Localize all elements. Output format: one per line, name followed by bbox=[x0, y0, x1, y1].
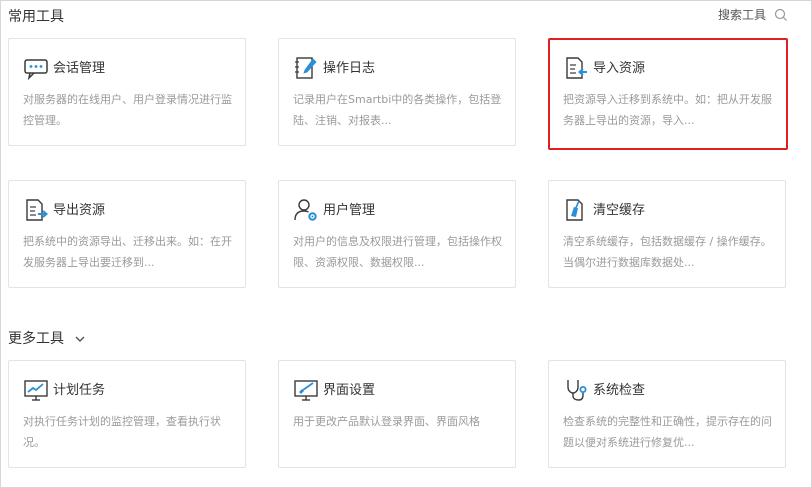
card-description: 记录用户在Smartbi中的各类操作，包括登陆、注销、对报表... bbox=[293, 93, 502, 127]
tool-card-interface-settings[interactable]: 界面设置 用于更改产品默认登录界面、界面风格 bbox=[278, 360, 516, 468]
stethoscope-icon bbox=[563, 377, 589, 403]
chat-icon bbox=[23, 55, 49, 81]
card-description: 清空系统缓存，包括数据缓存 / 操作缓存。当偶尔进行数据库数据处... bbox=[563, 235, 772, 269]
clear-cache-icon bbox=[563, 197, 589, 223]
search-tools-label: 搜索工具 bbox=[717, 8, 766, 22]
tool-card-user-management[interactable]: 用户管理 对用户的信息及权限进行管理，包括操作权限、资源权限、数据权限... bbox=[278, 180, 516, 288]
card-description: 对执行任务计划的监控管理，查看执行状况。 bbox=[23, 415, 221, 449]
import-document-icon bbox=[563, 55, 589, 81]
tool-card-scheduled-tasks[interactable]: 计划任务 对执行任务计划的监控管理，查看执行状况。 bbox=[8, 360, 246, 468]
notebook-pencil-icon bbox=[293, 55, 319, 81]
chevron-down-icon bbox=[74, 333, 86, 345]
card-title: 导出资源 bbox=[53, 203, 106, 218]
export-document-icon bbox=[23, 197, 49, 223]
card-description: 对用户的信息及权限进行管理，包括操作权限、资源权限、数据权限... bbox=[293, 235, 502, 269]
tool-card-export-resources[interactable]: 导出资源 把系统中的资源导出、迁移出来。如：在开发服务器上导出要迁移到... bbox=[8, 180, 246, 288]
tool-card-operation-log[interactable]: 操作日志 记录用户在Smartbi中的各类操作，包括登陆、注销、对报表... bbox=[278, 38, 516, 146]
search-icon[interactable] bbox=[774, 8, 788, 22]
card-title: 系统检查 bbox=[593, 383, 646, 398]
card-description: 用于更改产品默认登录界面、界面风格 bbox=[293, 415, 480, 428]
tool-card-import-resources[interactable]: 导入资源 把资源导入迁移到系统中。如：把从开发服务器上导出的资源，导入... bbox=[548, 38, 788, 150]
chart-monitor-icon bbox=[23, 377, 49, 403]
card-description: 把系统中的资源导出、迁移出来。如：在开发服务器上导出要迁移到... bbox=[23, 235, 232, 269]
card-description: 检查系统的完整性和正确性，提示存在的问题以便对系统进行修复优... bbox=[563, 415, 772, 449]
card-title: 用户管理 bbox=[323, 203, 376, 218]
card-description: 对服务器的在线用户、用户登录情况进行监控管理。 bbox=[23, 93, 232, 127]
card-title: 导入资源 bbox=[593, 61, 646, 76]
more-tools-heading: 更多工具 bbox=[8, 331, 64, 347]
card-title: 会话管理 bbox=[53, 61, 106, 76]
tool-card-system-check[interactable]: 系统检查 检查系统的完整性和正确性，提示存在的问题以便对系统进行修复优... bbox=[548, 360, 786, 468]
search-tools-button[interactable]: 搜索工具 bbox=[718, 6, 788, 23]
tool-card-session-management[interactable]: 会话管理 对服务器的在线用户、用户登录情况进行监控管理。 bbox=[8, 38, 246, 146]
card-title: 清空缓存 bbox=[593, 203, 646, 218]
card-title: 界面设置 bbox=[323, 383, 376, 398]
card-description: 把资源导入迁移到系统中。如：把从开发服务器上导出的资源，导入... bbox=[563, 93, 772, 127]
more-tools-toggle[interactable]: 更多工具 bbox=[8, 328, 86, 348]
card-title: 计划任务 bbox=[53, 383, 106, 398]
tool-card-clear-cache[interactable]: 清空缓存 清空系统缓存，包括数据缓存 / 操作缓存。当偶尔进行数据库数据处... bbox=[548, 180, 786, 288]
card-title: 操作日志 bbox=[323, 61, 376, 76]
paint-monitor-icon bbox=[293, 377, 319, 403]
common-tools-heading: 常用工具 bbox=[8, 9, 64, 25]
user-settings-icon bbox=[293, 197, 319, 223]
